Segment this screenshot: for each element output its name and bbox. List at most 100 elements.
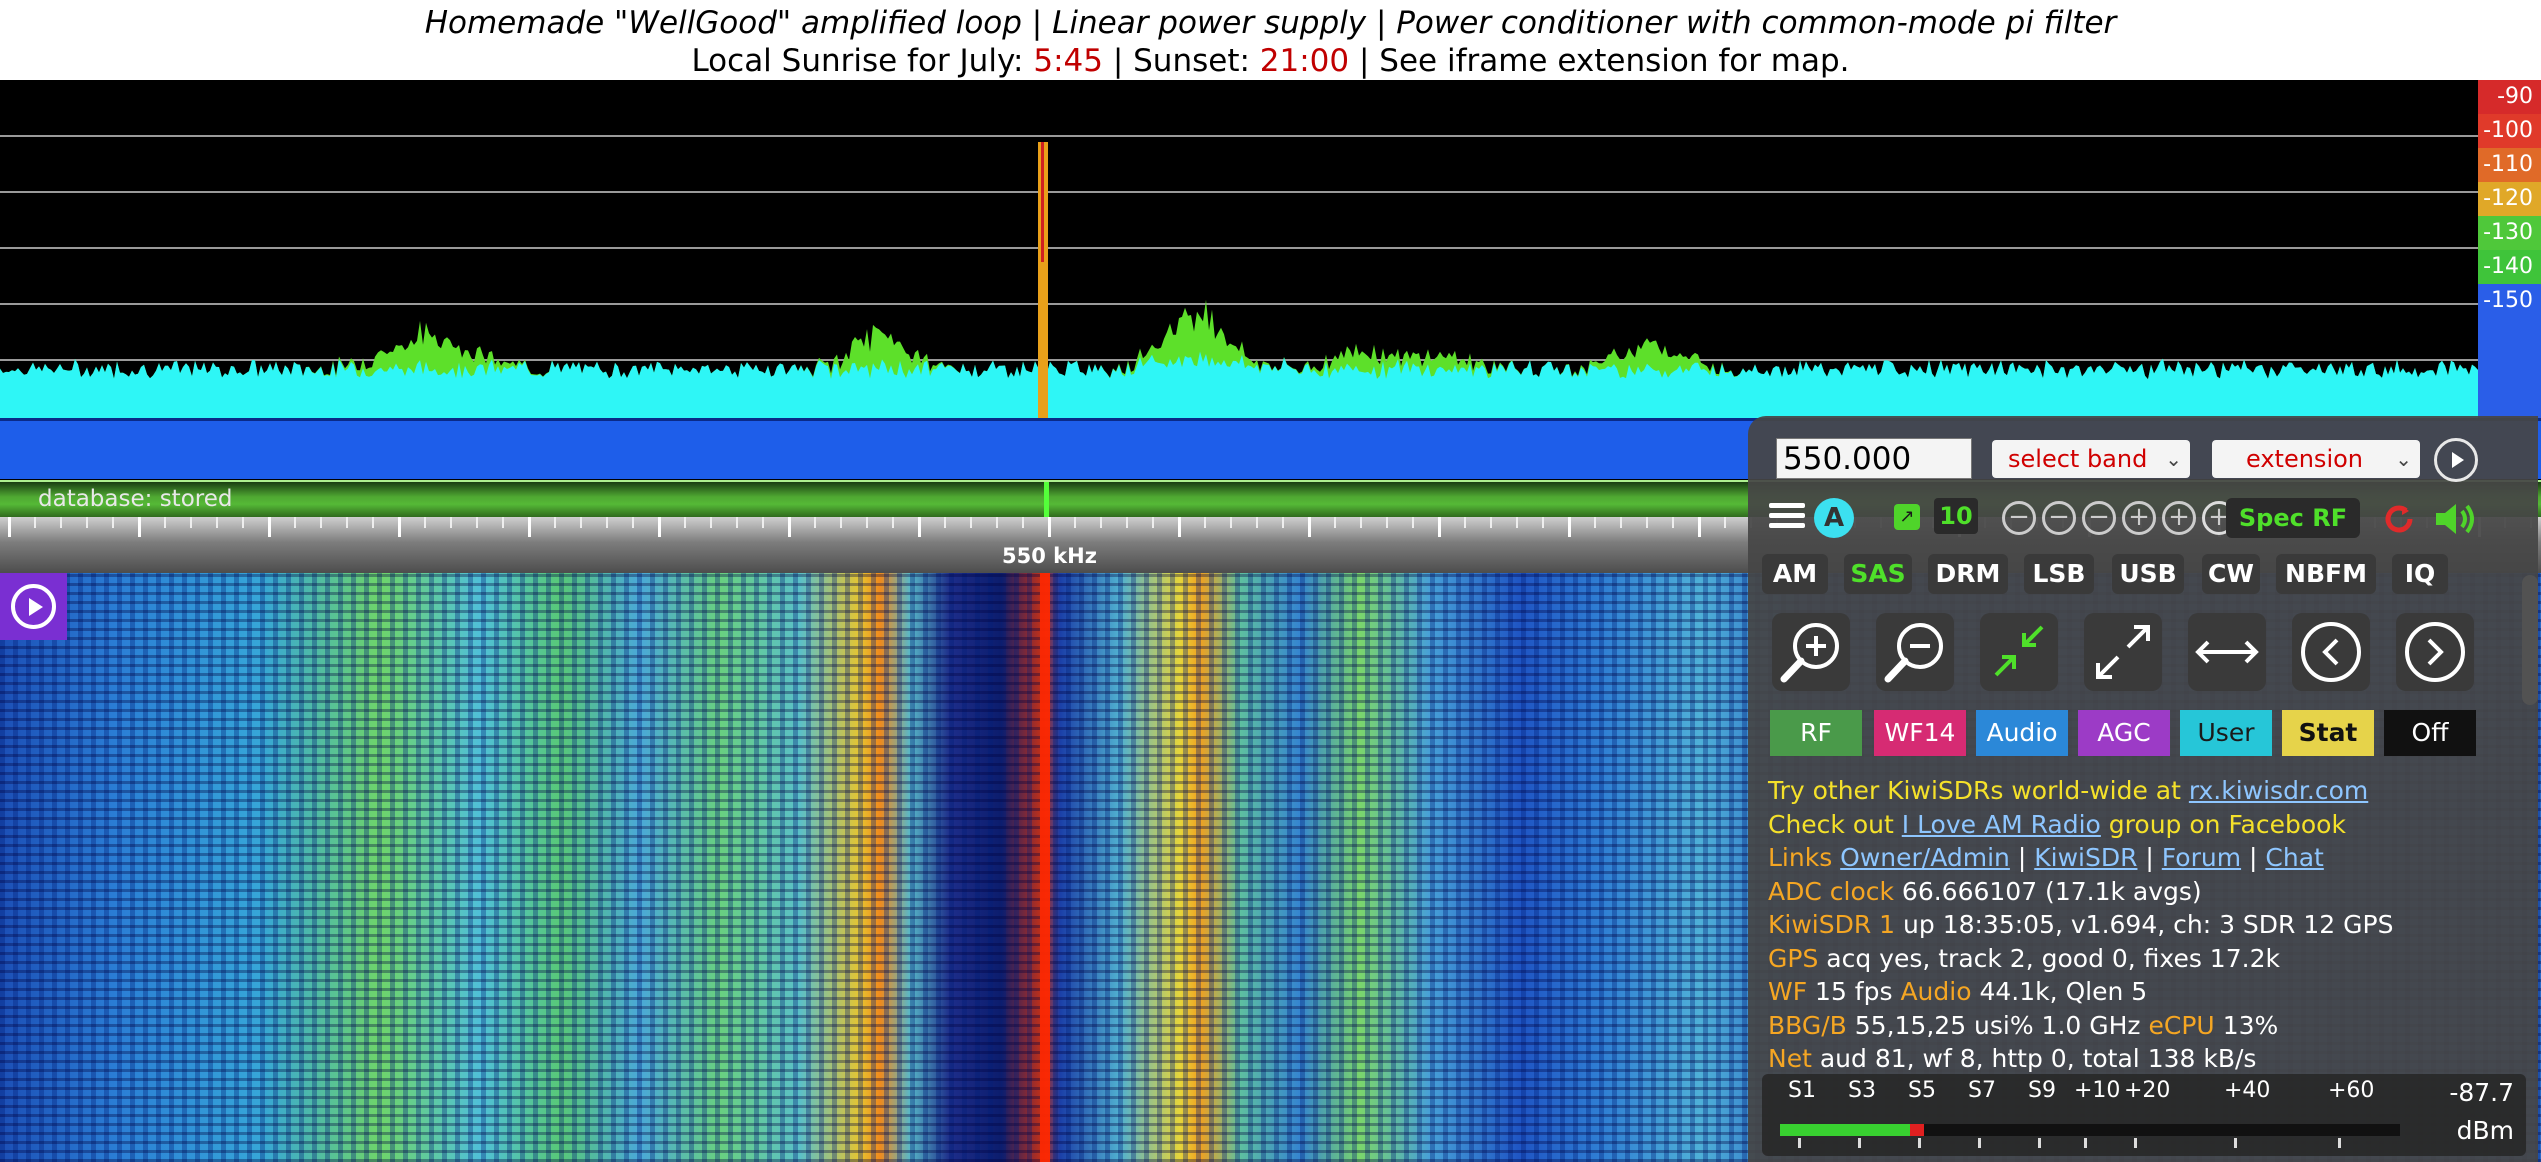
db-scale-label: -100: [2483, 118, 2533, 143]
external-link-icon[interactable]: ↗: [1894, 504, 1920, 530]
ruler-minor-tick: [1152, 517, 1154, 528]
zoom-band-button[interactable]: [1980, 613, 2058, 691]
spectrum-display[interactable]: [0, 80, 2541, 418]
step-up-medium-icon[interactable]: +: [2162, 501, 2196, 535]
tab-agc[interactable]: AGC: [2078, 710, 2170, 756]
kiwisdr-link[interactable]: KiwiSDR: [2034, 843, 2137, 872]
play-icon[interactable]: [2434, 438, 2478, 482]
tab-wf14[interactable]: WF14: [1874, 710, 1966, 756]
ruler-minor-tick: [164, 517, 166, 528]
adc-label: ADC clock: [1768, 876, 1902, 906]
s-meter-value: -87.7: [2449, 1078, 2514, 1107]
s-meter-unit: dBm: [2456, 1116, 2514, 1145]
ruler-tick: [138, 517, 141, 537]
ruler-tick: [1568, 517, 1571, 537]
db-scale-label: -120: [2483, 186, 2533, 211]
ruler-minor-tick: [34, 517, 36, 528]
db-scale-label: -150: [2483, 288, 2533, 313]
database-status: database: stored: [38, 486, 233, 512]
tab-audio[interactable]: Audio: [1976, 710, 2068, 756]
step-up-small-icon[interactable]: +: [2122, 501, 2156, 535]
db-scale-block: -100: [2478, 114, 2541, 148]
s-meter-label: +60: [2328, 1078, 2375, 1103]
mode-lsb[interactable]: LSB: [2024, 554, 2094, 594]
tab-stat[interactable]: Stat: [2282, 710, 2374, 756]
extension-select[interactable]: extension ⌄: [2212, 440, 2420, 478]
step-down-medium-icon[interactable]: −: [2042, 501, 2076, 535]
ruler-tick: [1178, 517, 1181, 537]
db-scale-block: -140: [2478, 250, 2541, 284]
play-button[interactable]: [0, 573, 67, 640]
ruler-tick: [918, 517, 921, 537]
page-right-button[interactable]: [2396, 613, 2474, 691]
step-button[interactable]: 10: [1934, 498, 1978, 534]
bbg-label: BBG/B: [1768, 1010, 1855, 1040]
db-scale-block: -90: [2478, 80, 2541, 114]
ruler-minor-tick: [1620, 517, 1622, 528]
ruler-minor-tick: [944, 517, 946, 528]
ruler-minor-tick: [1594, 517, 1596, 528]
ruler-minor-tick: [580, 517, 582, 528]
s-meter: S1 S3 S5 S7 S9 +10 +20 +40 +60 -87.7 dBm: [1762, 1074, 2526, 1156]
banner-sun-times: Local Sunrise for July: 5:45 | Sunset: 2…: [0, 43, 2541, 79]
mode-nbfm[interactable]: NBFM: [2276, 554, 2376, 594]
db-scale-block: -150: [2478, 284, 2541, 318]
step-down-large-icon[interactable]: −: [2002, 501, 2036, 535]
ruler-minor-tick: [1126, 517, 1128, 528]
s-meter-label: S3: [1848, 1078, 1876, 1103]
tab-user[interactable]: User: [2180, 710, 2272, 756]
expand-arrows-icon: [2096, 625, 2150, 679]
menu-icon[interactable]: [1769, 498, 1805, 534]
zoom-out-icon: [1884, 623, 1943, 683]
ruler-minor-tick: [320, 517, 322, 528]
ruler-minor-tick: [996, 517, 998, 528]
links-label: Links: [1768, 843, 1841, 872]
page-left-button[interactable]: [2292, 613, 2370, 691]
tab-off[interactable]: Off: [2384, 710, 2476, 756]
s-meter-fill: [1780, 1124, 1911, 1136]
s-meter-tick: [1978, 1138, 1981, 1148]
tuning-marker[interactable]: [1044, 482, 1049, 519]
ruler-minor-tick: [1542, 517, 1544, 528]
mode-sas[interactable]: SAS: [1844, 554, 1912, 594]
ruler-minor-tick: [970, 517, 972, 528]
mode-usb[interactable]: USB: [2112, 554, 2184, 594]
band-select[interactable]: select band ⌄: [1992, 440, 2190, 478]
s-meter-label: S7: [1968, 1078, 1996, 1103]
db-scale-label: -140: [2483, 254, 2533, 279]
ruler-minor-tick: [554, 517, 556, 528]
zoom-out-button[interactable]: [1876, 613, 1954, 691]
sunset-prefix: | Sunset:: [1102, 43, 1260, 79]
band-select-value: select band: [2008, 445, 2148, 473]
forum-link[interactable]: Forum: [2162, 843, 2241, 872]
ruler-minor-tick: [1230, 517, 1232, 528]
step-down-small-icon[interactable]: −: [2082, 501, 2116, 535]
zoom-span-button[interactable]: [2188, 613, 2266, 691]
play-icon: [11, 584, 56, 629]
ruler-minor-tick: [1204, 517, 1206, 528]
zoom-max-button[interactable]: [2084, 613, 2162, 691]
mode-iq[interactable]: IQ: [2392, 554, 2448, 594]
ruler-tick: [788, 517, 791, 537]
checkout-prefix: Check out: [1768, 809, 1902, 839]
auto-button[interactable]: A: [1814, 498, 1854, 538]
ruler-tick: [8, 517, 11, 537]
chat-link[interactable]: Chat: [2265, 843, 2323, 872]
tab-rf[interactable]: RF: [1770, 710, 1862, 756]
frequency-input[interactable]: [1776, 438, 1972, 479]
spec-rf-button[interactable]: Spec RF: [2226, 498, 2360, 538]
zoom-in-button[interactable]: [1772, 613, 1850, 691]
kiwisdr-list-link[interactable]: rx.kiwisdr.com: [2189, 776, 2368, 805]
mode-cw[interactable]: CW: [2202, 554, 2260, 594]
mode-am[interactable]: AM: [1762, 554, 1828, 594]
owner-admin-link[interactable]: Owner/Admin: [1840, 843, 2010, 872]
sunrise-prefix: Local Sunrise for July:: [691, 43, 1034, 79]
db-scale-label: -90: [2497, 84, 2533, 109]
mode-drm[interactable]: DRM: [1928, 554, 2008, 594]
reload-icon[interactable]: [2380, 500, 2418, 538]
chevron-down-icon: ⌄: [2395, 447, 2412, 471]
ruler-minor-tick: [450, 517, 452, 528]
facebook-group-link[interactable]: I Love AM Radio: [1902, 810, 2101, 839]
speaker-icon[interactable]: [2432, 498, 2480, 540]
s-meter-tick: [1918, 1138, 1921, 1148]
